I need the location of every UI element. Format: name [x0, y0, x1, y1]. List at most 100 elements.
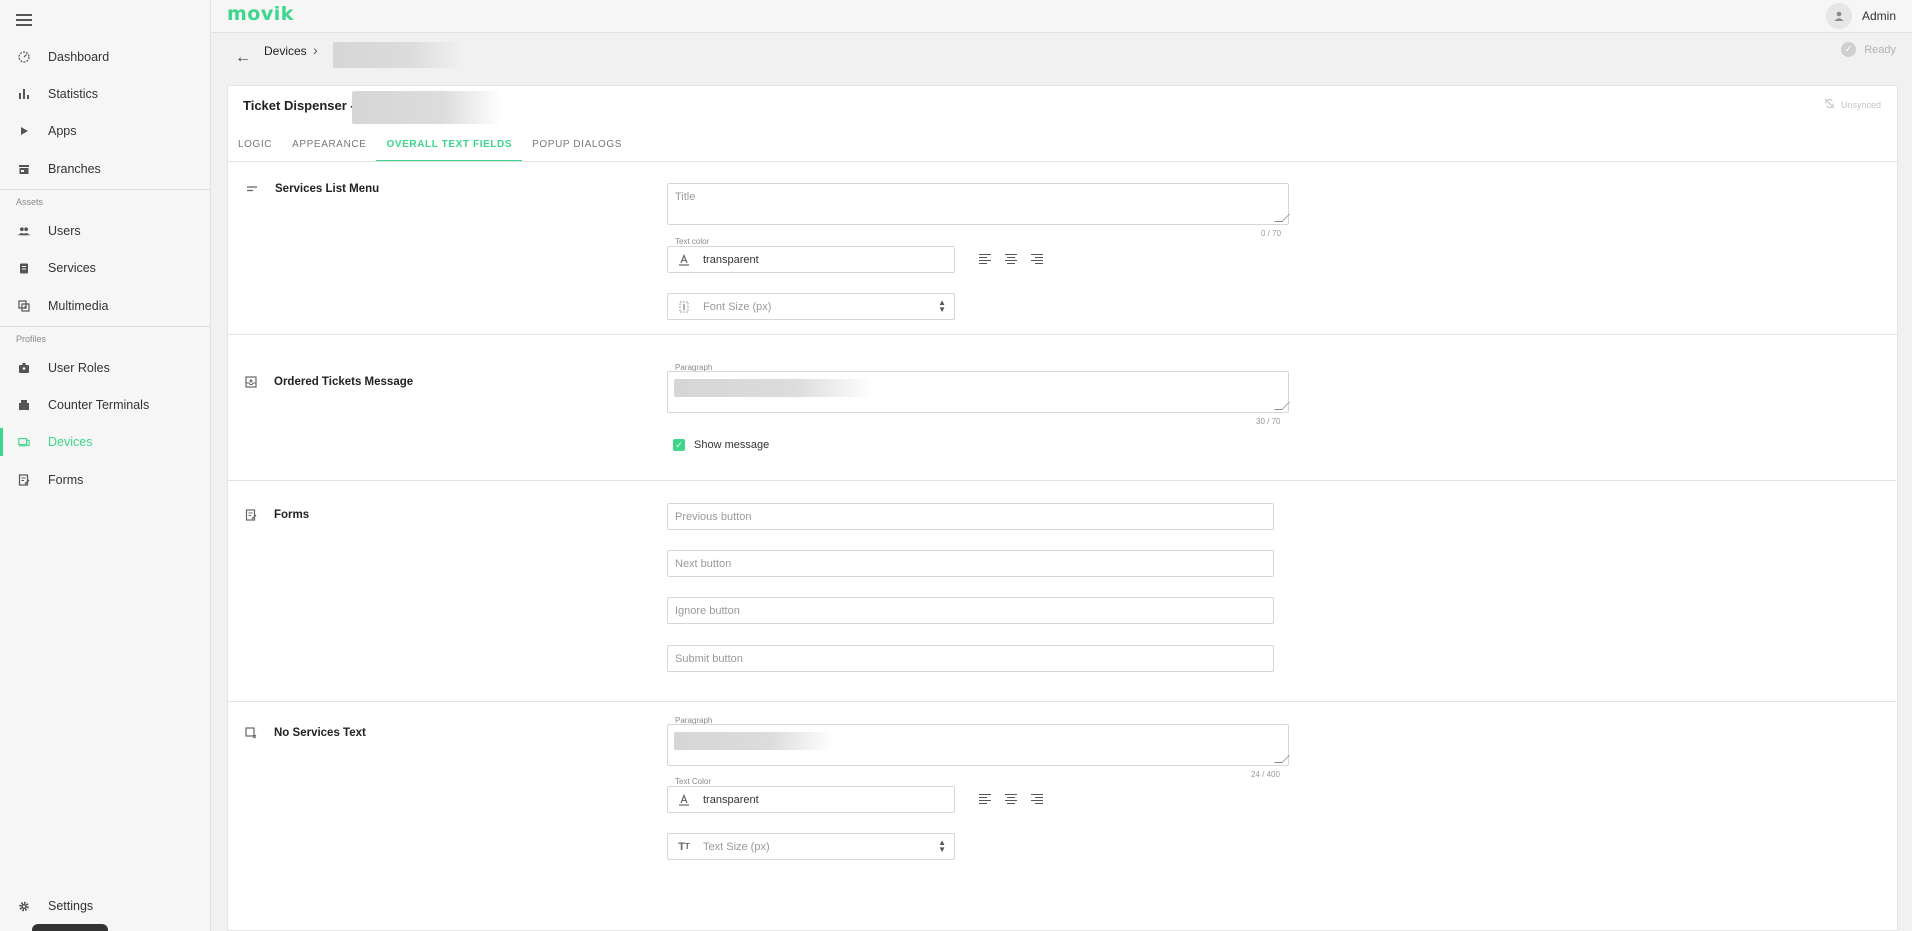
text-color-field[interactable]: transparent	[667, 246, 955, 273]
form-icon	[244, 508, 258, 522]
show-message-checkbox-row[interactable]: ✓ Show message	[673, 439, 769, 451]
section-separator	[227, 701, 1896, 702]
sidebar-item-devices[interactable]: Devices	[0, 424, 210, 460]
check-circle-icon: ✓	[1841, 42, 1857, 57]
sidebar-item-label: Settings	[48, 899, 94, 913]
sidebar-item-label: Counter Terminals	[48, 398, 150, 412]
clipboard-icon	[18, 262, 30, 274]
paragraph-char-counter: 24 / 400	[1251, 770, 1280, 779]
devices-icon	[18, 436, 30, 448]
align-right-icon[interactable]	[1031, 792, 1045, 806]
sidebar-item-label: User Roles	[48, 361, 110, 375]
sidebar: Dashboard Statistics Apps Branches Asset…	[0, 0, 211, 931]
sidebar-item-label: Dashboard	[48, 50, 110, 64]
store-icon	[18, 163, 30, 175]
chevron-right-icon: ›	[313, 42, 318, 58]
breadcrumb: ← Devices › ✓ Ready	[211, 33, 1912, 85]
align-left-icon[interactable]	[979, 252, 993, 266]
breadcrumb-devices[interactable]: Devices	[264, 44, 307, 58]
align-left-icon[interactable]	[979, 792, 993, 806]
previous-button-field[interactable]: Previous button	[667, 503, 1274, 530]
section-separator	[227, 480, 1896, 481]
text-color-value: transparent	[703, 253, 759, 266]
ignore-button-field[interactable]: Ignore button	[667, 597, 1274, 624]
play-icon	[18, 125, 30, 137]
sidebar-item-dashboard[interactable]: Dashboard	[0, 39, 210, 75]
dashboard-icon	[18, 51, 30, 63]
sidebar-item-multimedia[interactable]: Multimedia	[0, 288, 210, 324]
ready-status: ✓ Ready	[1841, 42, 1896, 57]
text-align-group	[979, 252, 1045, 266]
align-center-icon[interactable]	[1005, 792, 1019, 806]
sidebar-item-services[interactable]: Services	[0, 250, 210, 286]
title-char-counter: 0 / 70	[1261, 229, 1282, 238]
section-title: Forms	[274, 509, 310, 521]
align-right-icon[interactable]	[1031, 252, 1045, 266]
font-size-placeholder: Font Size (px)	[703, 300, 772, 313]
user-badge-icon	[18, 362, 30, 374]
text-color-icon	[677, 253, 691, 267]
form-icon	[18, 474, 30, 486]
next-button-field[interactable]: Next button	[667, 550, 1274, 577]
ordered-tickets-paragraph[interactable]	[667, 371, 1290, 413]
resize-handle-icon[interactable]	[1274, 402, 1290, 410]
sidebar-item-label: Apps	[48, 124, 77, 138]
bar-chart-icon	[18, 88, 30, 100]
menu-toggle-icon[interactable]	[16, 14, 32, 26]
resize-handle-icon[interactable]	[1274, 214, 1290, 222]
sidebar-item-user-roles[interactable]: User Roles	[0, 350, 210, 386]
section-title: Ordered Tickets Message	[274, 376, 414, 388]
media-icon	[18, 300, 30, 312]
sidebar-item-apps[interactable]: Apps	[0, 113, 210, 149]
font-size-icon	[677, 300, 691, 314]
resize-handle-icon[interactable]	[1274, 755, 1290, 763]
text-color-label: Text Color	[673, 777, 714, 786]
sidebar-item-forms[interactable]: Forms	[0, 462, 210, 498]
profiles-section-label: Profiles	[16, 334, 47, 344]
sidebar-item-settings[interactable]: Settings	[0, 888, 210, 924]
avatar	[1825, 3, 1852, 29]
people-icon	[18, 225, 30, 237]
breadcrumb-current-redacted	[333, 42, 463, 68]
title-textarea[interactable]: Title	[667, 183, 1290, 225]
text-size-icon: TT	[678, 840, 690, 853]
user-name: Admin	[1861, 9, 1896, 23]
select-arrows-icon: ▲ ▼	[938, 298, 946, 314]
font-size-select[interactable]: Font Size (px) ▲ ▼	[667, 293, 955, 320]
text-color-icon	[677, 793, 691, 807]
sidebar-item-branches[interactable]: Branches	[0, 151, 210, 187]
section-separator	[227, 347, 1896, 348]
nav-divider	[0, 326, 210, 327]
text-color-label: Text color	[673, 237, 712, 246]
no-services-text-color-field[interactable]: transparent	[667, 786, 955, 813]
section-title: No Services Text	[274, 727, 366, 739]
text-size-select[interactable]: TT Text Size (px) ▲ ▼	[667, 833, 955, 860]
sidebar-item-users[interactable]: Users	[0, 213, 210, 249]
sidebar-item-counter-terminals[interactable]: Counter Terminals	[0, 387, 210, 423]
terminal-icon	[18, 399, 30, 411]
sidebar-item-label: Users	[48, 224, 81, 238]
nav-divider	[0, 189, 210, 190]
sidebar-item-label: Branches	[48, 162, 101, 176]
submit-button-field[interactable]: Submit button	[667, 645, 1274, 672]
sidebar-item-statistics[interactable]: Statistics	[0, 76, 210, 112]
user-menu[interactable]: Admin	[1825, 3, 1896, 29]
sidebar-item-label: Forms	[48, 473, 84, 487]
paragraph-char-counter: 30 / 70	[1256, 417, 1281, 426]
bottom-handle	[32, 924, 108, 931]
show-message-label: Show message	[694, 439, 770, 451]
back-arrow-icon[interactable]: ←	[233, 48, 253, 68]
gear-icon	[18, 900, 30, 912]
paragraph-redacted	[674, 379, 874, 397]
ready-label: Ready	[1864, 43, 1896, 56]
no-services-paragraph[interactable]	[667, 724, 1290, 766]
form-controls-layer: Title 0 / 70 Text color transparent Font…	[227, 85, 1898, 931]
assets-section-label: Assets	[16, 197, 44, 207]
no-services-icon	[244, 726, 258, 740]
text-align-group	[979, 792, 1045, 806]
title-placeholder: Title	[675, 191, 696, 203]
align-center-icon[interactable]	[1005, 252, 1019, 266]
checkbox-checked-icon[interactable]: ✓	[673, 439, 685, 451]
select-arrows-icon: ▲ ▼	[938, 838, 946, 854]
movik-logo[interactable]: movik	[227, 3, 294, 25]
